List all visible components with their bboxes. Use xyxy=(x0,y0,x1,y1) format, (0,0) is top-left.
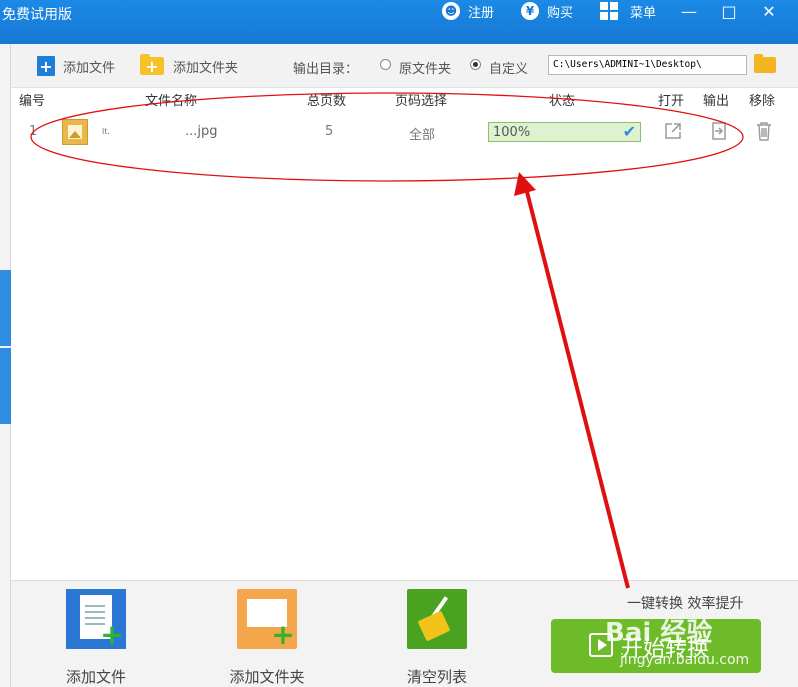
bottom-add-file-label: 添加文件 xyxy=(65,668,126,686)
add-folder-button[interactable]: + 添加文件夹 xyxy=(140,54,239,77)
bottom-add-folder-label: 添加文件夹 xyxy=(229,668,305,686)
strip-block xyxy=(0,270,11,308)
add-file-button[interactable]: + 添加文件 xyxy=(37,55,115,77)
strip-block xyxy=(0,308,11,346)
add-folder-label: 添加文件夹 xyxy=(173,60,239,76)
browse-folder-icon[interactable] xyxy=(754,54,776,73)
row-filename-prefix: lt. xyxy=(102,127,110,136)
row-index: 1 xyxy=(29,124,38,139)
baidu-watermark: Bai 经验 xyxy=(605,618,713,648)
strip-block xyxy=(0,386,11,424)
add-folder-icon: + xyxy=(140,54,164,76)
col-filename: 文件名称 xyxy=(145,94,198,109)
clear-list-label: 清空列表 xyxy=(406,668,467,686)
add-file-big-icon: + xyxy=(66,589,126,649)
menu-label: 菜单 xyxy=(630,5,657,21)
col-output: 输出 xyxy=(703,94,730,109)
app-window: 免费试用版 ☻ 注册 ¥ 购买 菜单 — □ ✕ + 添加文件 + 添加文件夹 … xyxy=(0,0,798,687)
trash-icon[interactable] xyxy=(755,122,773,141)
bottom-add-folder-button[interactable]: + 添加文件夹 xyxy=(217,589,317,686)
bottom-add-file-button[interactable]: + 添加文件 xyxy=(46,589,146,686)
grid-menu-icon xyxy=(600,2,618,20)
buy-button[interactable]: ¥ 购买 xyxy=(521,0,573,22)
broom-icon xyxy=(407,589,467,649)
radio-original-folder-label: 原文件夹 xyxy=(399,62,452,77)
col-index: 编号 xyxy=(19,94,46,109)
annotation-arrow-line xyxy=(524,187,630,589)
user-icon: ☻ xyxy=(442,2,460,20)
minimize-icon: — xyxy=(681,1,697,21)
add-file-icon: + xyxy=(37,56,55,76)
baidu-watermark-url: jingyan.baidu.com xyxy=(620,652,750,668)
col-remove: 移除 xyxy=(749,94,776,109)
checkmark-icon: ✔ xyxy=(622,122,636,141)
table-row[interactable]: 1 lt. ...jpg 5 全部 100% ✔ xyxy=(11,112,798,152)
close-button[interactable]: ✕ xyxy=(754,0,784,22)
title-bar: 免费试用版 ☻ 注册 ¥ 购买 菜单 — □ ✕ xyxy=(0,0,798,44)
register-button[interactable]: ☻ 注册 xyxy=(442,0,494,22)
maximize-icon: □ xyxy=(721,1,737,21)
output-path-field[interactable]: C:\Users\ADMINI~1\Desktop\ xyxy=(548,55,747,75)
background-window-strip xyxy=(0,44,11,687)
clear-list-button[interactable]: 清空列表 xyxy=(387,589,487,686)
add-file-label: 添加文件 xyxy=(63,60,116,76)
row-pages: 5 xyxy=(325,124,334,139)
annotation-arrow-head xyxy=(514,172,536,196)
status-text: 100% xyxy=(493,125,531,140)
open-external-icon[interactable] xyxy=(664,122,682,140)
strip-block xyxy=(0,348,11,386)
register-label: 注册 xyxy=(468,5,495,21)
add-folder-big-icon: + xyxy=(237,589,297,649)
close-icon: ✕ xyxy=(762,1,776,21)
yen-icon: ¥ xyxy=(521,2,539,20)
col-open: 打开 xyxy=(658,94,685,109)
col-status: 状态 xyxy=(549,94,576,109)
image-thumbnail-icon xyxy=(62,119,88,145)
row-page-select[interactable]: 全部 xyxy=(409,124,435,143)
radio-custom[interactable] xyxy=(470,59,481,70)
col-pages: 总页数 xyxy=(307,94,347,109)
radio-original-folder[interactable] xyxy=(380,59,391,70)
radio-custom-label: 自定义 xyxy=(489,62,529,77)
row-filename: ...jpg xyxy=(185,124,218,139)
slogan-text: 一键转换 效率提升 xyxy=(627,596,744,612)
output-dir-label: 输出目录： xyxy=(293,62,359,77)
toolbar: + 添加文件 + 添加文件夹 输出目录： 原文件夹 自定义 C:\Users\A… xyxy=(11,44,798,88)
table-header: 编号 文件名称 总页数 页码选择 状态 打开 输出 移除 xyxy=(11,88,798,109)
maximize-button[interactable]: □ xyxy=(714,0,744,22)
window-title: 免费试用版 xyxy=(2,7,72,23)
status-progress-bar: 100% ✔ xyxy=(488,122,641,142)
minimize-button[interactable]: — xyxy=(674,0,704,22)
buy-label: 购买 xyxy=(547,5,574,21)
col-page-select: 页码选择 xyxy=(395,94,448,109)
output-icon[interactable] xyxy=(710,122,728,140)
menu-button[interactable]: 菜单 xyxy=(600,0,656,22)
